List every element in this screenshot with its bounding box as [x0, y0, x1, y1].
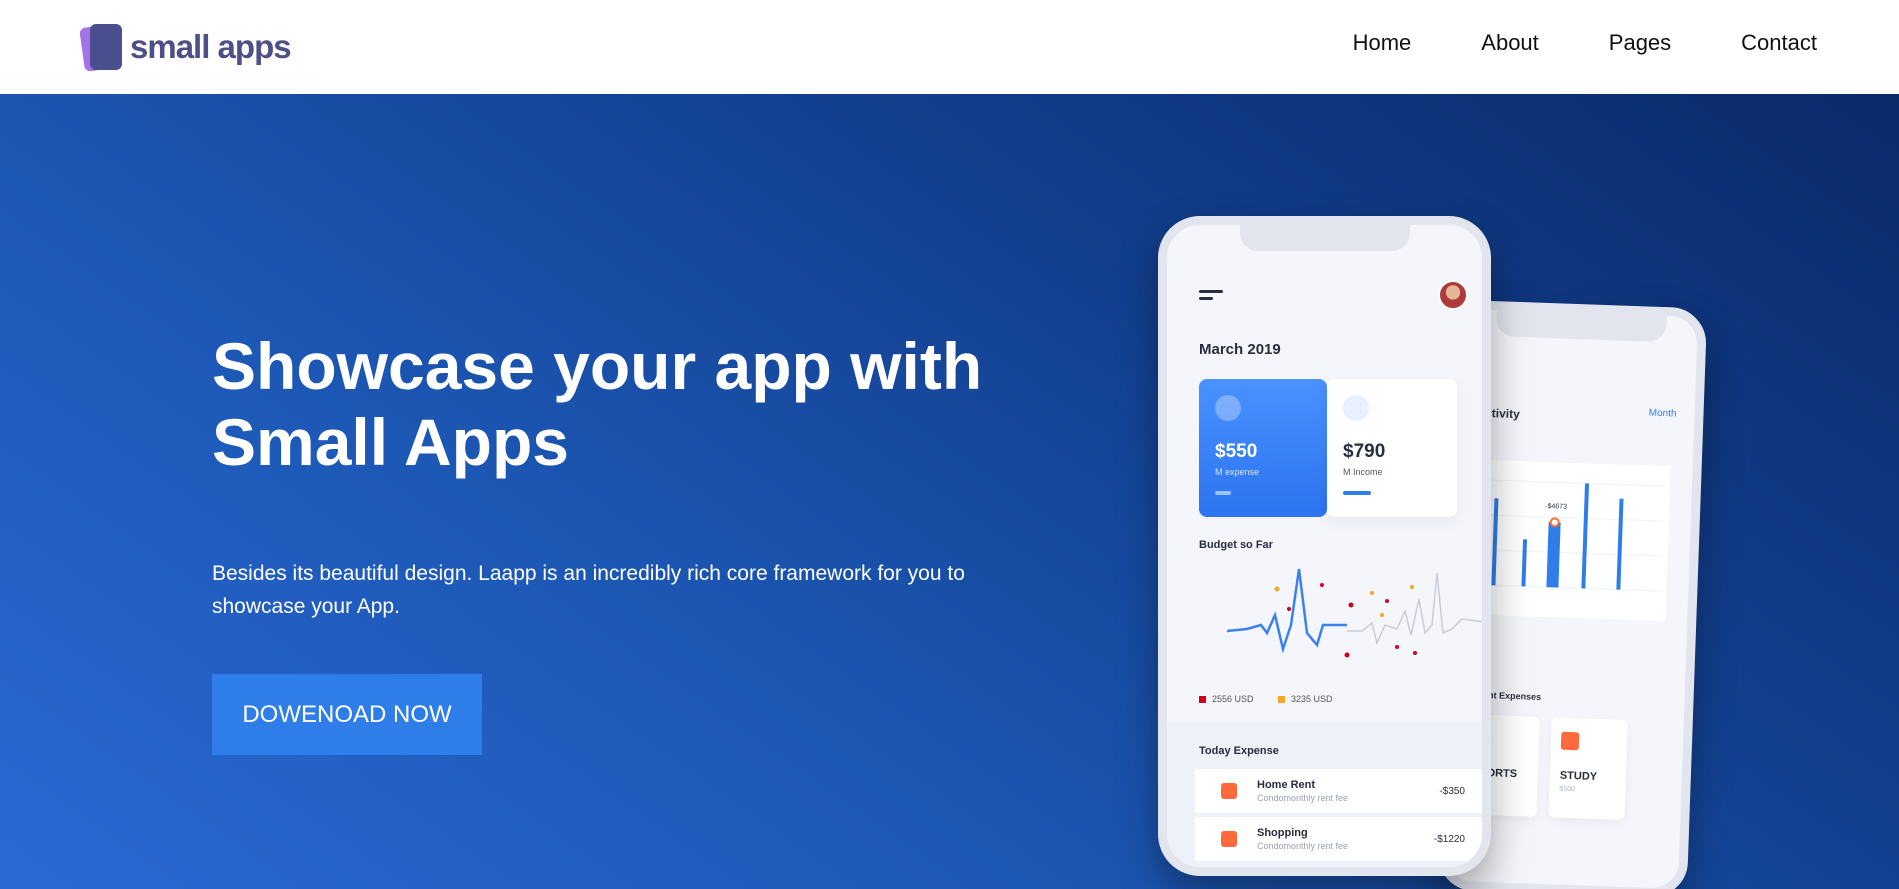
legend-swatch: [1278, 695, 1285, 703]
budget-point: [1348, 602, 1354, 608]
expense-amount: -$350: [1439, 785, 1465, 797]
activity-bar: [1581, 483, 1590, 589]
activity-bar: [1546, 522, 1561, 588]
budget-point: [1344, 652, 1350, 658]
budget-point: [1274, 586, 1280, 592]
category-name: STUDY: [1559, 769, 1598, 783]
period-label: Month: [1648, 407, 1677, 420]
activity-bar: [1521, 539, 1528, 587]
nav-link-pages[interactable]: Pages: [1609, 30, 1671, 56]
activity-bar: [1616, 498, 1624, 590]
hero-description-line-1: Besides its beautiful design. Laapp is a…: [212, 562, 965, 585]
download-now-button[interactable]: DOWENOAD NOW: [212, 674, 482, 755]
shopping-bag-icon: [1221, 831, 1237, 847]
brand-logo[interactable]: small apps: [79, 20, 292, 74]
nav-link-home[interactable]: Home: [1353, 30, 1412, 56]
hamburger-menu-icon: [1199, 290, 1223, 302]
nav-link-contact[interactable]: Contact: [1741, 30, 1817, 56]
bar-tooltip: -$4673: [1545, 503, 1567, 511]
today-expense-title: Today Expense: [1199, 745, 1279, 757]
home-icon: [1221, 783, 1237, 799]
activity-bar: [1491, 498, 1499, 586]
legend-swatch: [1199, 695, 1206, 703]
nav-link-about[interactable]: About: [1481, 30, 1539, 56]
budget-point: [1370, 591, 1374, 595]
hero-description-line-2: showcase your App.: [212, 595, 400, 618]
expense-name: Home Rent: [1257, 779, 1316, 791]
hero-title-line-1: Showcase your app with: [212, 329, 983, 403]
legend-item: 3235 USD: [1278, 694, 1333, 704]
category-card-study[interactable]: STUDY $500: [1548, 717, 1628, 820]
expense-name: Shopping: [1257, 827, 1308, 839]
expense-amount: -$1220: [1433, 833, 1465, 845]
wallet-icon: [1215, 395, 1241, 421]
phone-notch: [1239, 225, 1410, 251]
budget-line-secondary: [1347, 572, 1482, 646]
hero-description: Besides its beautiful design. Laapp is a…: [212, 557, 1012, 623]
avatar: [1438, 280, 1468, 310]
phone-mockup-budget: March 2019 $550 M expense $790 M Income …: [1158, 216, 1491, 876]
legend-item: 2556 USD: [1199, 694, 1254, 704]
expense-row[interactable]: Home Rent Condomonthly rent fee -$350: [1195, 769, 1482, 813]
hero-title: Showcase your app with Small Apps: [212, 328, 1052, 480]
budget-line-chart: [1227, 568, 1482, 658]
logo-phone-icon: [79, 22, 124, 73]
expense-progress: [1215, 491, 1231, 495]
expense-sub: Condomonthly rent fee: [1257, 793, 1349, 803]
income-progress: [1343, 491, 1371, 495]
expense-card: $550 M expense: [1199, 379, 1327, 517]
wallet-icon: [1343, 395, 1369, 421]
budget-title: Budget so Far: [1199, 539, 1273, 551]
expense-sub: Condomonthly rent fee: [1257, 841, 1349, 851]
income-card: $790 M Income: [1327, 379, 1457, 517]
category-amount: $500: [1559, 785, 1576, 794]
income-amount: $790: [1343, 441, 1386, 462]
nav-menu: Home About Pages Contact: [1283, 30, 1817, 56]
navbar: small apps Home About Pages Contact: [0, 0, 1899, 94]
budget-point: [1410, 585, 1414, 589]
expense-label: M expense: [1215, 467, 1260, 477]
hero-section: Showcase your app with Small Apps Beside…: [0, 94, 1899, 889]
month-title: March 2019: [1199, 341, 1281, 358]
activity-bar-chart: -$4673: [1465, 459, 1671, 622]
today-expense-section: Today Expense Home Rent Condomonthly ren…: [1167, 721, 1482, 867]
legend-label: 2556 USD: [1212, 694, 1254, 704]
expense-amount: $550: [1215, 441, 1258, 462]
graduation-cap-icon: [1560, 731, 1580, 751]
phone-notch: [1496, 308, 1667, 343]
budget-point: [1380, 613, 1384, 617]
budget-point: [1320, 583, 1324, 587]
budget-point: [1395, 645, 1399, 649]
brand-name: small apps: [130, 28, 292, 65]
income-label: M Income: [1343, 467, 1383, 477]
hero-title-line-2: Small Apps: [212, 405, 569, 479]
budget-point: [1385, 599, 1389, 603]
expense-row[interactable]: Shopping Condomonthly rent fee -$1220: [1195, 817, 1482, 861]
legend-label: 3235 USD: [1291, 694, 1333, 704]
budget-point: [1287, 607, 1291, 611]
budget-point: [1413, 651, 1417, 655]
